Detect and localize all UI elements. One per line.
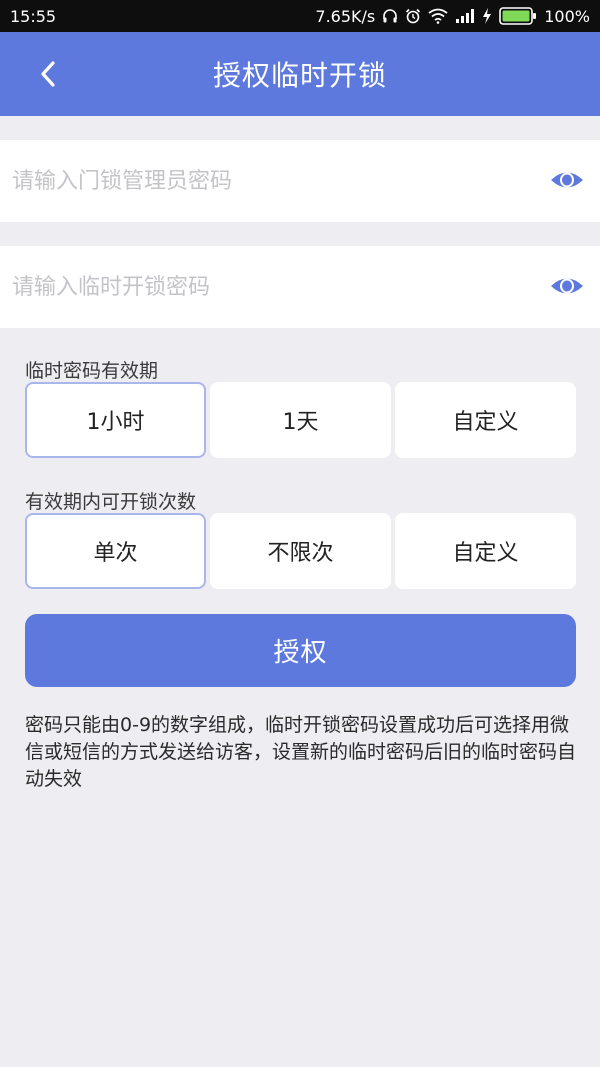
eye-icon[interactable] — [550, 274, 584, 298]
page-title: 授权临时开锁 — [212, 59, 387, 92]
validity-option-1day[interactable]: 1天 — [210, 382, 391, 458]
signal-icon — [455, 8, 475, 24]
wifi-icon — [428, 8, 448, 24]
charging-icon — [482, 8, 492, 24]
unlock-count-options: 单次 不限次 自定义 — [25, 513, 576, 589]
validity-option-1hour[interactable]: 1小时 — [25, 382, 206, 458]
authorize-button[interactable]: 授权 — [25, 614, 576, 687]
app-bar: 授权临时开锁 — [0, 32, 600, 116]
admin-password-row — [0, 140, 600, 222]
unlock-count-option-unlimited[interactable]: 不限次 — [210, 513, 391, 589]
eye-icon[interactable] — [550, 168, 584, 192]
unlock-count-label: 有效期内可开锁次数 — [25, 491, 197, 513]
unlock-count-option-single[interactable]: 单次 — [25, 513, 206, 589]
admin-password-input[interactable] — [12, 140, 532, 222]
validity-option-custom[interactable]: 自定义 — [395, 382, 576, 458]
info-note: 密码只能由0-9的数字组成，临时开锁密码设置成功后可选择用微信或短信的方式发送给… — [25, 714, 577, 790]
validity-label: 临时密码有效期 — [25, 360, 159, 382]
alarm-icon — [405, 8, 421, 24]
battery-percent: 100% — [544, 6, 590, 26]
status-bar: 15:55 7.65K/s 100% — [0, 0, 600, 32]
status-time: 15:55 — [10, 6, 57, 26]
network-speed: 7.65K/s — [315, 6, 376, 26]
unlock-count-option-custom[interactable]: 自定义 — [395, 513, 576, 589]
temp-password-input[interactable] — [12, 246, 532, 328]
headphones-icon — [382, 8, 398, 24]
temp-password-row — [0, 246, 600, 328]
validity-options: 1小时 1天 自定义 — [25, 382, 576, 458]
battery-icon — [499, 7, 537, 25]
status-right: 7.65K/s 100% — [315, 7, 590, 26]
